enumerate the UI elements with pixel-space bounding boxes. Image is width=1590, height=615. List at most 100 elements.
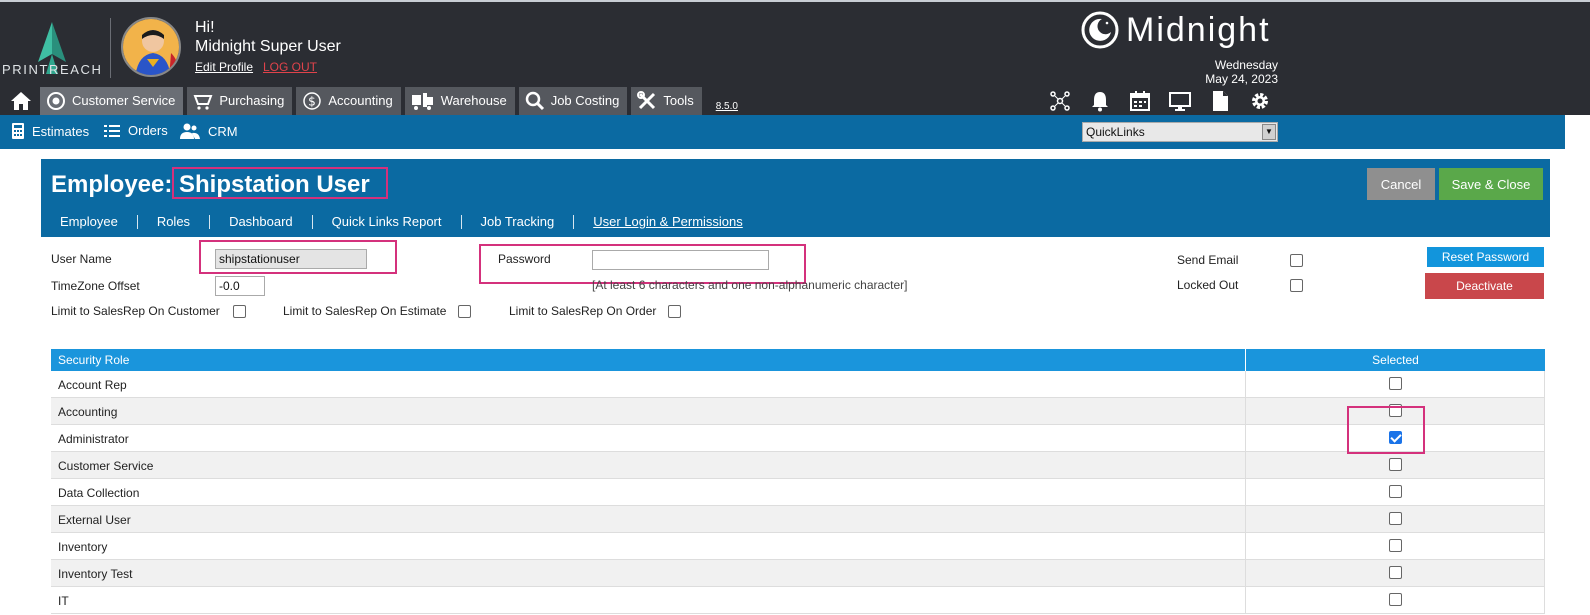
table-row: Data Collection (51, 479, 1545, 506)
top-edge (0, 0, 1590, 2)
table-header: Security Role Selected (51, 349, 1545, 371)
save-close-button[interactable]: Save & Close (1439, 168, 1543, 200)
user-name-text: Midnight Super User (195, 38, 341, 55)
version-link[interactable]: 8.5.0 (716, 101, 738, 112)
tab-quick-links-report[interactable]: Quick Links Report (313, 215, 462, 229)
subnav-label: Orders (128, 123, 168, 138)
subnav-label: Estimates (32, 123, 90, 139)
role-selected-checkbox[interactable] (1389, 593, 1402, 606)
quicklinks-value: QuickLinks (1086, 125, 1145, 139)
nav-accounting[interactable]: $ Accounting (296, 86, 401, 115)
selected-cell (1245, 560, 1545, 586)
table-row: Account Rep (51, 371, 1545, 398)
logout-link[interactable]: LOG OUT (263, 60, 317, 74)
subnav-estimates[interactable]: Estimates (12, 123, 89, 139)
network-icon[interactable] (1040, 89, 1080, 113)
nav-purchasing[interactable]: Purchasing (187, 86, 293, 115)
selected-cell (1245, 533, 1545, 559)
tab-roles[interactable]: Roles (138, 215, 211, 229)
calendar-icon[interactable] (1120, 89, 1160, 113)
date-full: May 24, 2023 (1205, 72, 1278, 86)
tab-employee[interactable]: Employee (41, 215, 138, 229)
nav-label: Purchasing (219, 93, 285, 108)
role-name: Administrator (58, 432, 129, 446)
limit-customer-checkbox[interactable] (233, 305, 246, 318)
table-row: External User (51, 506, 1545, 533)
page-scrollbar[interactable] (1565, 149, 1590, 615)
reset-password-button[interactable]: Reset Password (1427, 247, 1544, 267)
header-security-role: Security Role (58, 353, 130, 367)
subnav-crm[interactable]: CRM (180, 123, 238, 139)
highlight-box-administrator (1347, 406, 1425, 454)
role-name: Inventory Test (58, 567, 133, 581)
role-name: IT (58, 594, 69, 608)
limit-estimate-checkbox[interactable] (458, 305, 471, 318)
selected-cell (1245, 506, 1545, 532)
tab-dashboard[interactable]: Dashboard (210, 215, 313, 229)
nav-job-costing[interactable]: Job Costing (518, 86, 628, 115)
cancel-button[interactable]: Cancel (1367, 168, 1435, 200)
password-hint: [At least 6 characters and one non-alpha… (592, 278, 908, 292)
nav-warehouse[interactable]: Warehouse (404, 86, 515, 115)
timezone-field[interactable] (215, 276, 265, 296)
bell-icon[interactable] (1080, 89, 1120, 113)
midnight-brand: Midnight (1080, 8, 1271, 52)
role-selected-checkbox[interactable] (1389, 377, 1402, 390)
nav-customer-service[interactable]: Customer Service (40, 86, 184, 115)
logo-divider (110, 18, 111, 78)
tools-icon (637, 90, 656, 109)
limit-estimate-label: Limit to SalesRep On Estimate (283, 304, 447, 318)
dollar-icon: $ (303, 91, 322, 110)
tab-job-tracking[interactable]: Job Tracking (462, 215, 575, 229)
send-email-checkbox[interactable] (1290, 254, 1303, 267)
security-roles-table: Security Role Selected Account Rep Accoun… (51, 349, 1545, 614)
page-title: Employee: (51, 171, 173, 198)
table-row: Inventory Test (51, 560, 1545, 587)
employee-tabs: Employee Roles Dashboard Quick Links Rep… (41, 215, 762, 229)
role-selected-checkbox[interactable] (1389, 485, 1402, 498)
top-header: PRINTREACH Hi! Midnight Super User Edit … (0, 0, 1590, 115)
avatar[interactable] (121, 17, 181, 77)
table-row: Customer Service (51, 452, 1545, 479)
table-row: Inventory (51, 533, 1545, 560)
tab-user-login-permissions[interactable]: User Login & Permissions (574, 215, 762, 229)
magnifier-icon (525, 91, 544, 110)
role-selected-checkbox[interactable] (1389, 512, 1402, 525)
limit-order-checkbox[interactable] (668, 305, 681, 318)
table-row: Accounting (51, 398, 1545, 425)
monitor-icon[interactable] (1160, 89, 1200, 113)
nav-label: Accounting (328, 93, 393, 108)
list-icon (104, 124, 120, 137)
chevron-down-icon[interactable]: ▼ (1262, 124, 1276, 140)
limit-customer-label: Limit to SalesRep On Customer (51, 304, 220, 318)
deactivate-button[interactable]: Deactivate (1425, 273, 1544, 299)
nav-label: Job Costing (550, 93, 620, 108)
role-selected-checkbox[interactable] (1389, 458, 1402, 471)
nav-tools[interactable]: Tools (631, 86, 702, 115)
selected-cell (1245, 452, 1545, 478)
subnav-orders[interactable]: Orders (104, 123, 168, 138)
selected-cell (1245, 479, 1545, 505)
edit-profile-link[interactable]: Edit Profile (195, 60, 253, 74)
cart-icon (193, 94, 213, 110)
forklift-icon (411, 92, 433, 110)
document-icon[interactable] (1200, 89, 1240, 113)
locked-out-checkbox[interactable] (1290, 279, 1303, 292)
role-name: Data Collection (58, 486, 140, 500)
home-icon[interactable] (6, 88, 36, 114)
limit-order-label: Limit to SalesRep On Order (509, 304, 657, 318)
send-email-label: Send Email (1177, 253, 1239, 267)
locked-out-label: Locked Out (1177, 278, 1239, 292)
nav-label: Tools (663, 93, 694, 108)
quicklinks-select[interactable]: QuickLinks ▼ (1082, 122, 1278, 142)
avatar-image-icon (123, 19, 179, 75)
role-name: External User (58, 513, 131, 527)
role-name: Account Rep (58, 378, 127, 392)
role-name: Accounting (58, 405, 118, 419)
highlight-box-name (172, 167, 388, 199)
headset-icon (47, 91, 65, 110)
role-selected-checkbox[interactable] (1389, 566, 1402, 579)
role-selected-checkbox[interactable] (1389, 539, 1402, 552)
table-row: IT (51, 587, 1545, 614)
gear-icon[interactable] (1240, 89, 1280, 113)
